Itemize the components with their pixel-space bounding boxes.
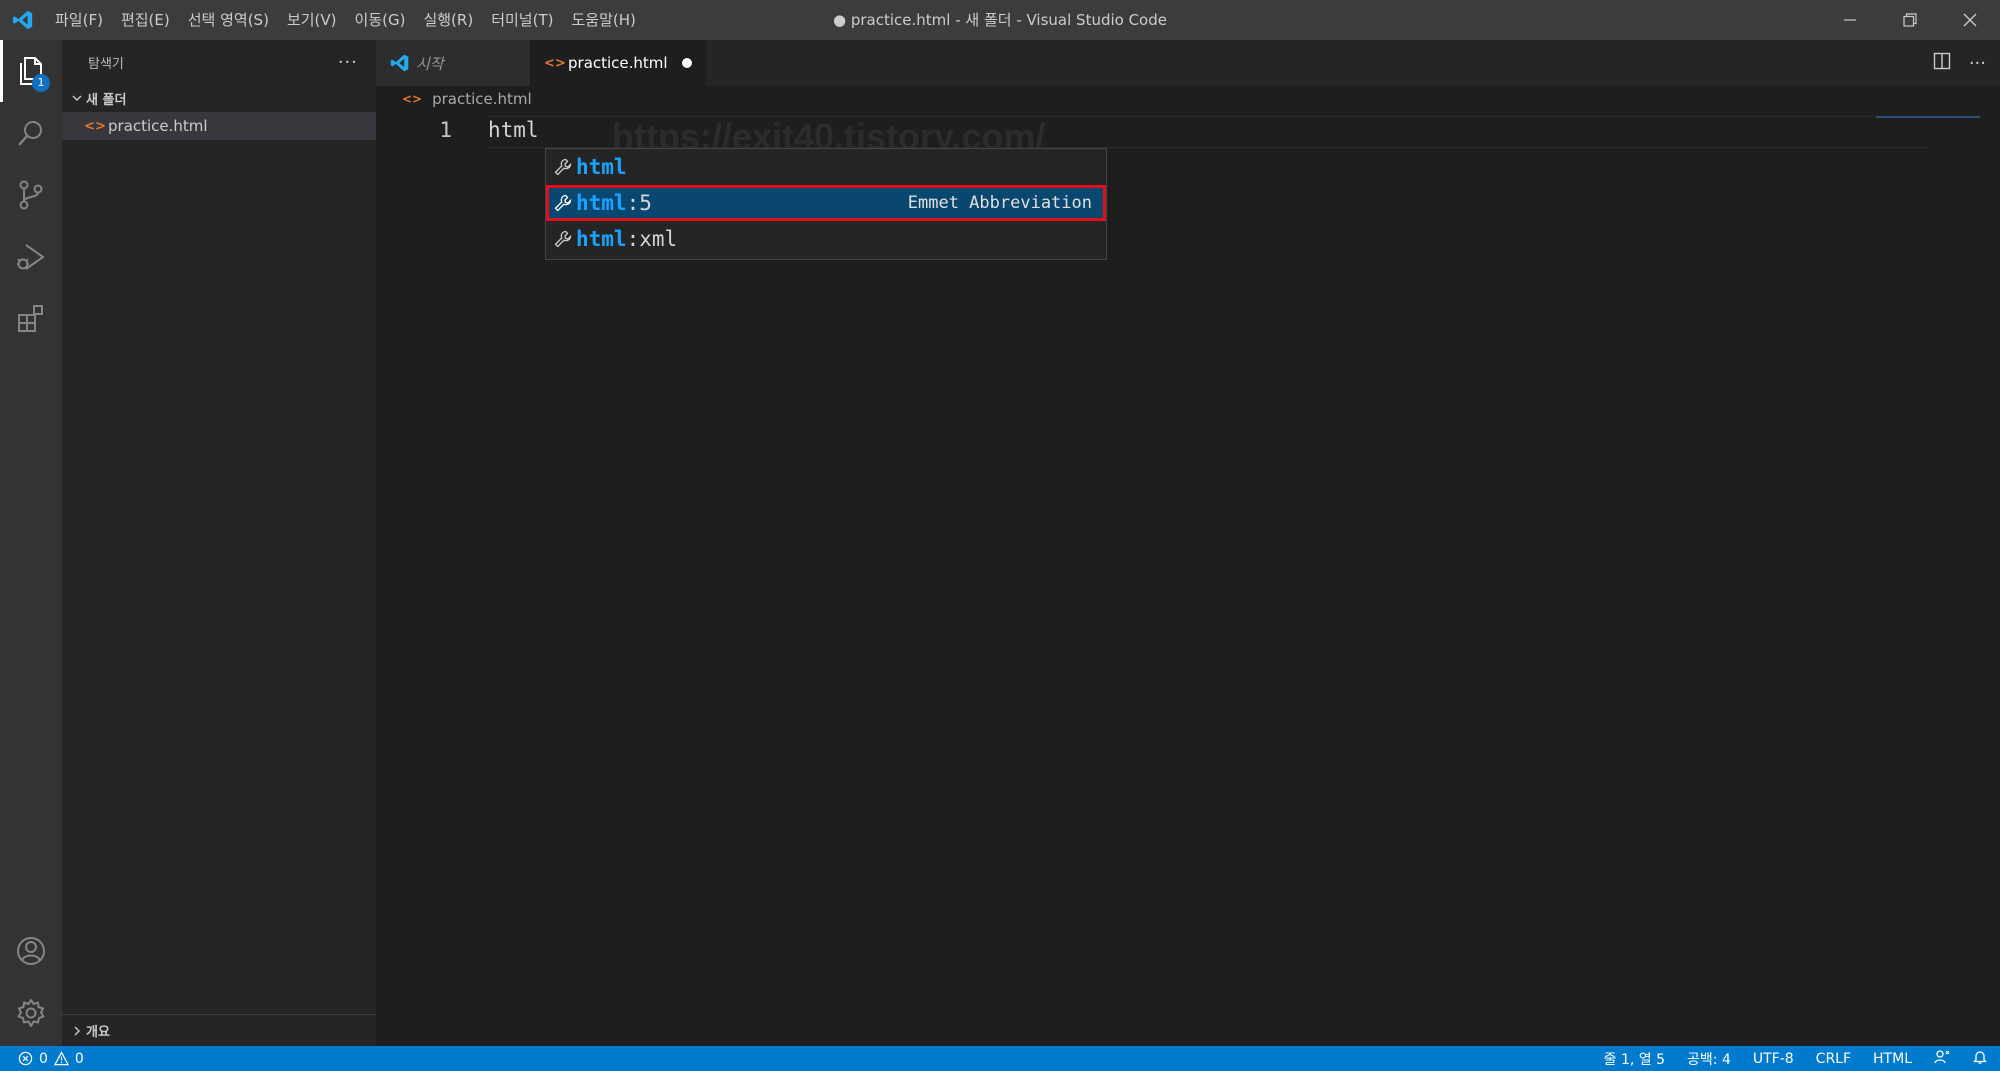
- search-icon: [18, 121, 42, 146]
- close-icon: [1963, 13, 1977, 27]
- code-line[interactable]: html: [488, 118, 539, 142]
- unsaved-dot-icon[interactable]: [681, 58, 692, 68]
- minimap-slider[interactable]: [1876, 116, 1980, 118]
- menu-terminal[interactable]: 터미널(T): [482, 0, 562, 40]
- suggestion-item[interactable]: html: [546, 149, 1106, 185]
- title-bar: 파일(F) 편집(E) 선택 영역(S) 보기(V) 이동(G) 실행(R) 터…: [0, 0, 2000, 40]
- editor-more-button[interactable]: ···: [1969, 53, 1986, 74]
- minimize-icon: [1844, 19, 1856, 21]
- gear-icon: [17, 999, 45, 1027]
- file-item-practice[interactable]: <> practice.html: [62, 112, 376, 140]
- extensions-icon: [18, 305, 43, 332]
- error-count: 0: [39, 1050, 48, 1067]
- encoding[interactable]: UTF-8: [1753, 1051, 1794, 1067]
- activity-accounts[interactable]: [0, 920, 62, 982]
- activity-bar: 1: [0, 40, 62, 1046]
- status-right: 줄 1, 열 5 공백: 4 UTF-8 CRLF HTML: [1604, 1046, 1988, 1071]
- more-actions-button[interactable]: ···: [338, 52, 358, 73]
- sidebar-title: 탐색기: [88, 56, 124, 72]
- feedback-button[interactable]: [1934, 1049, 1950, 1069]
- restore-icon: [1903, 13, 1917, 27]
- outline-section[interactable]: 개요: [62, 1014, 376, 1046]
- wrench-icon: [550, 230, 576, 248]
- minimize-button[interactable]: [1820, 0, 1880, 40]
- tab-practice-label: practice.html: [568, 54, 668, 72]
- breadcrumb[interactable]: <> practice.html: [376, 86, 2000, 112]
- sidebar-header: 탐색기 ···: [62, 40, 376, 84]
- line-number: 1: [439, 118, 452, 142]
- activity-explorer[interactable]: 1: [0, 40, 62, 102]
- menu-help[interactable]: 도움말(H): [562, 0, 644, 40]
- activity-run-debug[interactable]: [0, 226, 62, 288]
- source-control-icon: [19, 180, 43, 210]
- problems-indicator[interactable]: 0 0: [0, 1051, 84, 1067]
- suggestion-item[interactable]: html :xml: [546, 221, 1106, 257]
- suggestion-rest: :5: [626, 191, 652, 215]
- notifications-button[interactable]: [1972, 1049, 1988, 1069]
- file-name: practice.html: [108, 117, 208, 135]
- account-icon: [17, 937, 45, 965]
- chevron-down-icon: [68, 92, 86, 104]
- activity-search[interactable]: [0, 102, 62, 164]
- feedback-icon: [1934, 1049, 1950, 1063]
- menu-file[interactable]: 파일(F): [46, 0, 112, 40]
- html-breadcrumb-icon: <>: [402, 92, 423, 106]
- menu-run[interactable]: 실행(R): [414, 0, 482, 40]
- window-controls: [1820, 0, 2000, 40]
- wrench-icon: [550, 158, 576, 176]
- tab-start[interactable]: 시작: [376, 40, 530, 86]
- breadcrumb-file[interactable]: practice.html: [432, 90, 532, 108]
- suggestion-match: html: [576, 227, 627, 251]
- menu-edit[interactable]: 편집(E): [112, 0, 179, 40]
- explorer-sidebar: 탐색기 ··· 새 폴더 <> practice.html 개요: [62, 40, 376, 1046]
- suggestion-match: html: [576, 155, 627, 179]
- indentation[interactable]: 공백: 4: [1687, 1049, 1731, 1069]
- suggestion-widget: html html :5 Emmet Abbreviation html :xm…: [545, 148, 1107, 260]
- restore-button[interactable]: [1880, 0, 1940, 40]
- menu-view[interactable]: 보기(V): [278, 0, 346, 40]
- editor-scrollbar[interactable]: [1986, 112, 2000, 1046]
- folder-item[interactable]: 새 폴더: [62, 84, 376, 112]
- editor-actions: ···: [1933, 40, 1986, 86]
- html-file-icon: <>: [84, 118, 106, 134]
- menu-bar: 파일(F) 편집(E) 선택 영역(S) 보기(V) 이동(G) 실행(R) 터…: [46, 0, 645, 40]
- tab-practice-html[interactable]: <> practice.html: [530, 40, 706, 86]
- bell-icon: [1972, 1050, 1988, 1064]
- vscode-tab-icon: [390, 53, 416, 73]
- tab-start-label: 시작: [416, 54, 444, 73]
- html-tab-icon: <>: [544, 55, 566, 71]
- menu-go[interactable]: 이동(G): [346, 0, 415, 40]
- activity-manage[interactable]: [0, 982, 62, 1044]
- chevron-right-icon: [68, 1025, 86, 1037]
- suggestion-match: html: [576, 191, 627, 215]
- suggestion-item-selected[interactable]: html :5 Emmet Abbreviation: [546, 185, 1106, 221]
- run-debug-icon: [17, 244, 45, 270]
- vscode-logo-icon: [0, 0, 46, 40]
- error-icon: [18, 1051, 33, 1066]
- outline-label: 개요: [86, 1025, 110, 1040]
- wrench-icon: [550, 194, 576, 212]
- menu-selection[interactable]: 선택 영역(S): [179, 0, 278, 40]
- status-bar: 0 0 줄 1, 열 5 공백: 4 UTF-8 CRLF HTML: [0, 1046, 2000, 1071]
- close-button[interactable]: [1940, 0, 2000, 40]
- language-mode[interactable]: HTML: [1873, 1051, 1912, 1067]
- tab-bar: 시작 <> practice.html ···: [376, 40, 2000, 86]
- warning-icon: [53, 1051, 69, 1066]
- suggestion-detail: Emmet Abbreviation: [907, 193, 1092, 213]
- cursor-position[interactable]: 줄 1, 열 5: [1604, 1049, 1665, 1069]
- activity-extensions[interactable]: [0, 288, 62, 350]
- active-indicator: [0, 40, 3, 102]
- suggestion-rest: :xml: [626, 227, 678, 251]
- split-editor-icon: [1933, 52, 1951, 69]
- split-editor-button[interactable]: [1933, 52, 1951, 75]
- explorer-badge: 1: [32, 74, 50, 92]
- folder-name: 새 폴더: [86, 92, 127, 108]
- activity-source-control[interactable]: [0, 164, 62, 226]
- warning-count: 0: [74, 1050, 84, 1067]
- end-of-line[interactable]: CRLF: [1816, 1051, 1851, 1067]
